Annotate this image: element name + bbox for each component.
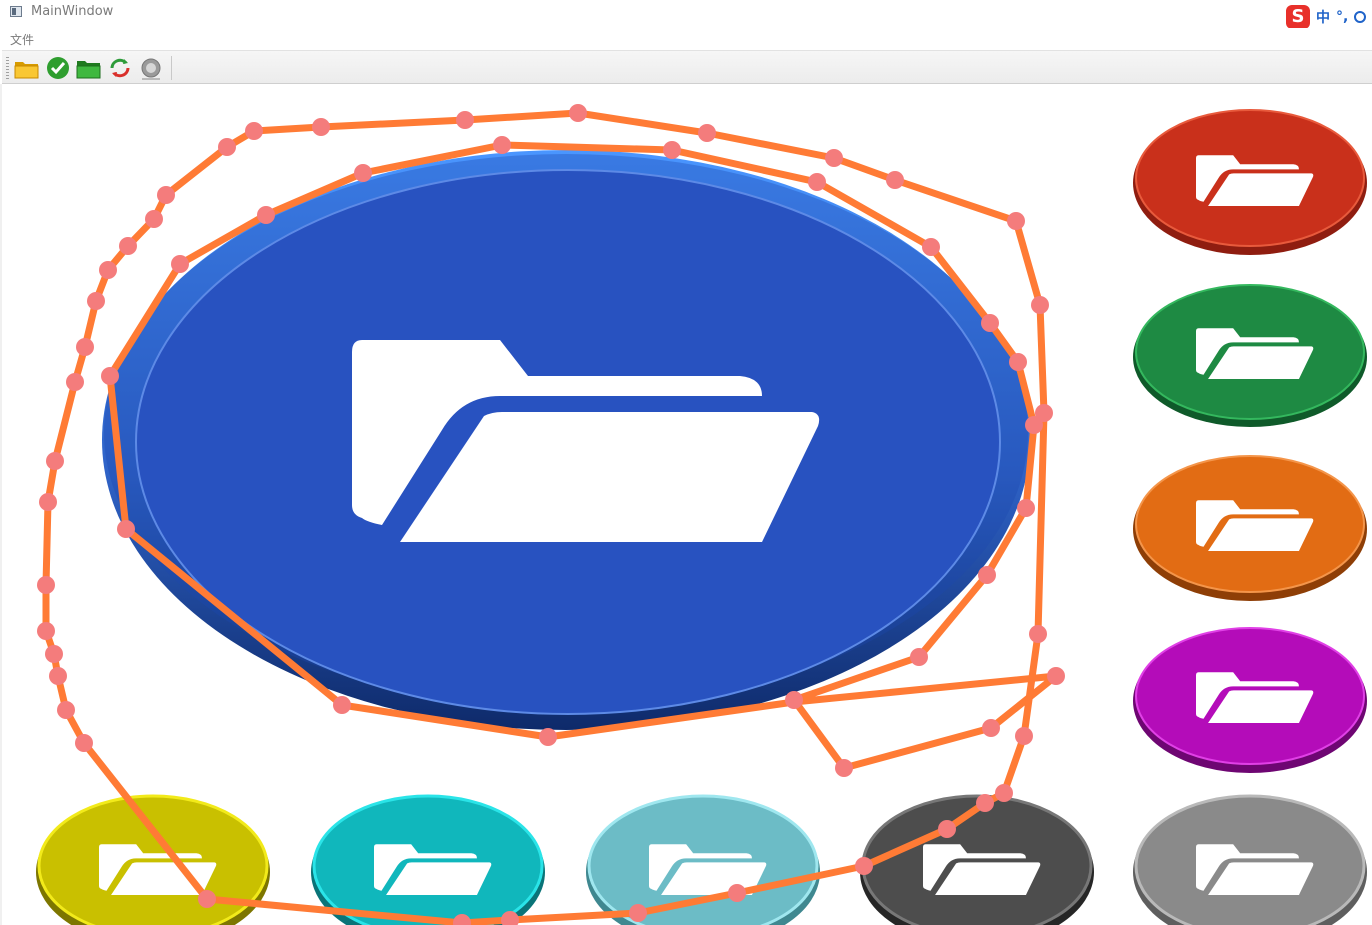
magenta-folder-button[interactable] xyxy=(1133,627,1367,773)
red-folder-button[interactable] xyxy=(1133,109,1367,255)
dark-gray-folder-button[interactable] xyxy=(860,794,1094,925)
cyan-folder-button[interactable] xyxy=(311,794,545,925)
light-gray-folder-button[interactable] xyxy=(1133,794,1367,925)
canvas-area xyxy=(36,104,1367,925)
main-folder-button[interactable] xyxy=(102,150,1030,730)
light-teal-folder-button[interactable] xyxy=(586,794,820,925)
orange-folder-button[interactable] xyxy=(1133,455,1367,601)
green-folder-button[interactable] xyxy=(1133,284,1367,427)
yellow-folder-button[interactable] xyxy=(36,794,270,925)
